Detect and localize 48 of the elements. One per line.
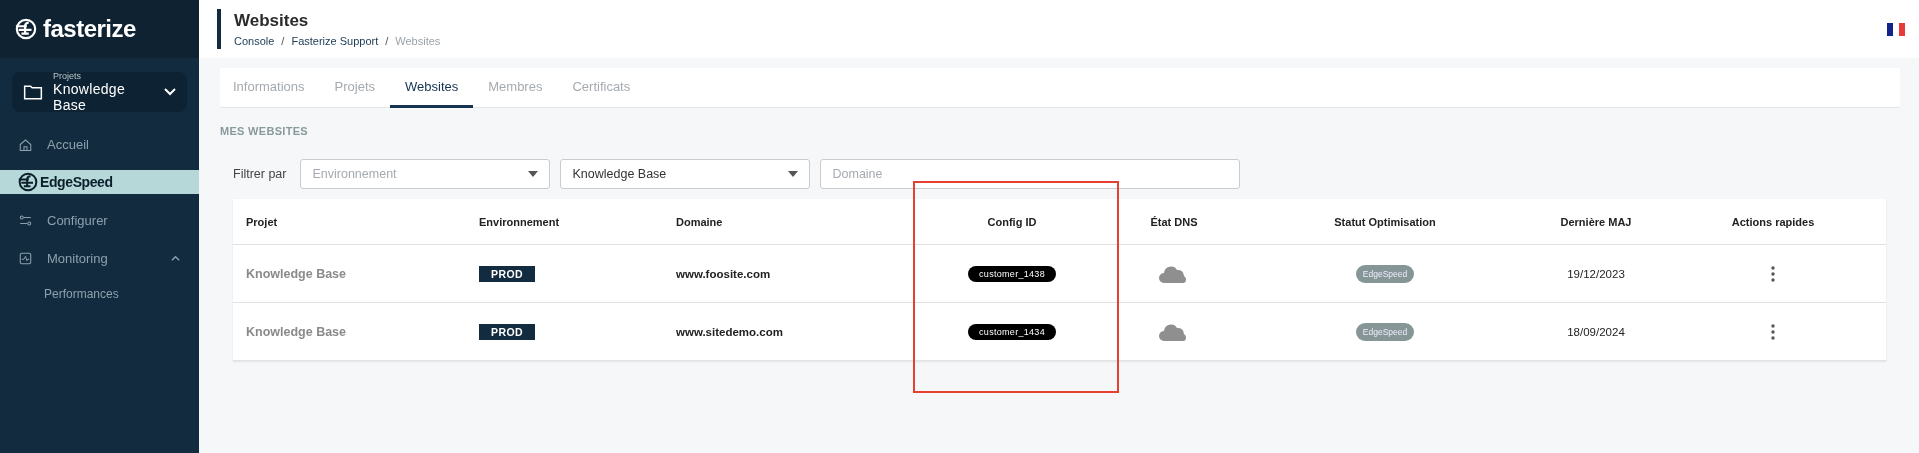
environment-badge: PROD — [479, 265, 535, 282]
french-flag-icon — [1887, 22, 1905, 36]
table-cell: Knowledge Base — [246, 266, 347, 281]
column-header: Dernière MAJ — [1560, 215, 1632, 228]
nav-item[interactable]: Monitoring — [0, 246, 199, 270]
status-badge: EdgeSpeed — [1355, 264, 1415, 283]
breadcrumb-separator: / — [385, 35, 389, 47]
table-cell: 18/09/2024 — [1567, 325, 1625, 338]
column-header: Config ID — [987, 215, 1037, 228]
nav-item[interactable]: EdgeSpeed — [0, 170, 199, 194]
kebab-icon — [1771, 265, 1775, 282]
breadcrumb-link[interactable]: Console — [234, 35, 275, 47]
column-header: Projet — [246, 215, 278, 228]
column-header: Statut Optimisation — [1334, 215, 1436, 228]
sliders-icon — [18, 212, 33, 228]
nav-item[interactable]: Configurer — [0, 208, 199, 232]
project-selector[interactable]: Projets Knowledge Base — [12, 72, 187, 112]
pulse-box-icon — [18, 250, 33, 266]
column-header: Domaine — [676, 215, 723, 228]
breadcrumb-separator: / — [281, 35, 285, 47]
edgespeed-logo-icon — [18, 172, 38, 192]
page-title: Websites — [234, 11, 310, 31]
home-icon — [18, 136, 33, 152]
kebab-icon — [1771, 323, 1775, 340]
breadcrumb-current: Websites — [395, 35, 441, 47]
caret-down-icon — [788, 171, 799, 177]
table-cell: Knowledge Base — [246, 324, 347, 339]
column-header: Actions rapides — [1731, 215, 1815, 228]
folder-icon — [22, 82, 44, 102]
config-id-badge: customer_1438 — [968, 265, 1056, 282]
environment-badge: PROD — [479, 323, 535, 340]
table-cell: www.foosite.com — [676, 267, 771, 280]
select-field[interactable]: Knowledge Base — [560, 159, 811, 189]
caret-down-icon — [528, 171, 539, 177]
config-id-badge: customer_1434 — [968, 323, 1056, 340]
nav-item[interactable]: Accueil — [0, 132, 199, 156]
nav-subitem[interactable]: Performances — [0, 284, 199, 304]
status-badge: EdgeSpeed — [1355, 322, 1415, 341]
breadcrumb-link[interactable]: Fasterize Support — [291, 35, 379, 47]
table-cell: 19/12/2023 — [1567, 267, 1625, 280]
column-header: État DNS — [1150, 215, 1198, 228]
column-header: Environnement — [479, 215, 560, 228]
logo-icon — [15, 18, 37, 40]
tab[interactable]: Websites — [390, 68, 474, 108]
filter-label: Filtrer par — [233, 167, 287, 181]
logo-text: fasterize — [43, 15, 136, 43]
table-cell: www.sitedemo.com — [676, 325, 783, 338]
section-title: MES WEBSITES — [220, 125, 309, 137]
